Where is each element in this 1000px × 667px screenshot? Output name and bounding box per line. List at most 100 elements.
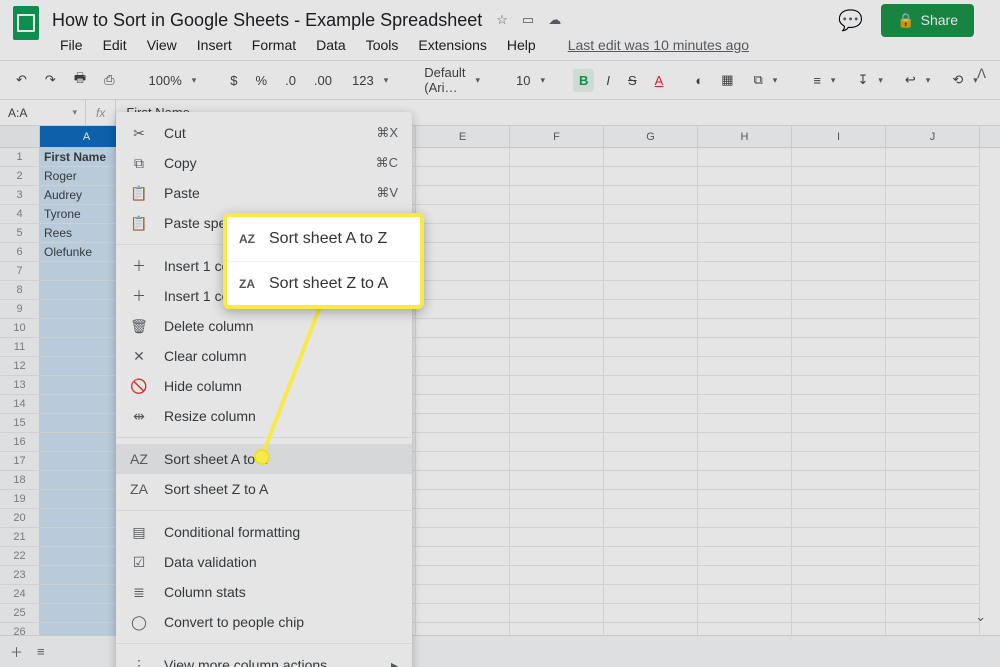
cell[interactable] — [698, 471, 792, 490]
cell[interactable] — [510, 547, 604, 566]
cell[interactable] — [886, 414, 980, 433]
cell[interactable] — [886, 205, 980, 224]
cell[interactable] — [604, 490, 698, 509]
cell[interactable] — [792, 471, 886, 490]
paint-format-icon[interactable]: ⎙ — [98, 68, 120, 92]
cell[interactable] — [416, 148, 510, 167]
cell[interactable] — [510, 167, 604, 186]
cell[interactable] — [510, 243, 604, 262]
cell[interactable] — [416, 243, 510, 262]
row-header[interactable]: 13 — [0, 376, 40, 395]
cell[interactable] — [604, 357, 698, 376]
row-header[interactable]: 20 — [0, 509, 40, 528]
font-select[interactable]: Default (Ari… — [416, 61, 488, 99]
cell[interactable] — [510, 509, 604, 528]
cell[interactable] — [698, 205, 792, 224]
cell[interactable] — [510, 262, 604, 281]
cell[interactable] — [416, 300, 510, 319]
cell[interactable] — [416, 604, 510, 623]
cell[interactable] — [416, 281, 510, 300]
explore-button[interactable]: ⌄ — [975, 609, 986, 625]
row-header[interactable]: 9 — [0, 300, 40, 319]
cell[interactable] — [792, 319, 886, 338]
cell[interactable] — [604, 566, 698, 585]
cell[interactable] — [698, 414, 792, 433]
cell[interactable] — [886, 395, 980, 414]
italic-button[interactable]: I — [600, 69, 616, 92]
cell[interactable] — [792, 224, 886, 243]
cell[interactable] — [792, 547, 886, 566]
ctx-data-validation[interactable]: ☑Data validation — [116, 547, 412, 577]
cell[interactable] — [792, 490, 886, 509]
share-button[interactable]: 🔒 Share — [881, 4, 974, 37]
cell[interactable] — [604, 300, 698, 319]
cloud-icon[interactable]: ☁ — [548, 12, 561, 28]
ctx-clear-column[interactable]: ✕Clear column — [116, 341, 412, 371]
cell[interactable] — [886, 433, 980, 452]
cell[interactable] — [416, 471, 510, 490]
cell[interactable] — [792, 281, 886, 300]
row-header[interactable]: 25 — [0, 604, 40, 623]
last-edit-link[interactable]: Last edit was 10 minutes ago — [560, 33, 757, 57]
cell[interactable] — [416, 186, 510, 205]
ctx-conditional-formatting[interactable]: ▤Conditional formatting — [116, 517, 412, 547]
cell[interactable] — [792, 357, 886, 376]
ctx-column-stats[interactable]: ≣Column stats — [116, 577, 412, 607]
cell[interactable] — [886, 604, 980, 623]
cell[interactable] — [886, 300, 980, 319]
ctx-convert-to-people-chip[interactable]: ◯Convert to people chip — [116, 607, 412, 637]
currency-format[interactable]: $ — [224, 69, 243, 92]
star-icon[interactable]: ☆ — [496, 12, 508, 28]
zoom-select[interactable]: 100% — [141, 69, 205, 92]
cell[interactable] — [604, 433, 698, 452]
col-header-H[interactable]: H — [698, 126, 792, 147]
menu-format[interactable]: Format — [244, 33, 304, 57]
cell[interactable] — [698, 319, 792, 338]
dec-decrease[interactable]: .0 — [279, 69, 302, 92]
cell[interactable] — [510, 585, 604, 604]
cell[interactable] — [416, 338, 510, 357]
row-header[interactable]: 7 — [0, 262, 40, 281]
undo-icon[interactable]: ↶ — [10, 68, 33, 92]
ctx-resize-column[interactable]: ⇹Resize column — [116, 401, 412, 431]
cell[interactable] — [698, 585, 792, 604]
row-header[interactable]: 1 — [0, 148, 40, 167]
cell[interactable] — [416, 585, 510, 604]
row-header[interactable]: 18 — [0, 471, 40, 490]
dec-increase[interactable]: .00 — [308, 69, 338, 92]
cell[interactable] — [698, 509, 792, 528]
valign-button[interactable]: ↧ — [849, 68, 890, 92]
cell[interactable] — [792, 585, 886, 604]
menu-file[interactable]: File — [52, 33, 91, 57]
cell[interactable] — [604, 452, 698, 471]
col-header-F[interactable]: F — [510, 126, 604, 147]
row-header[interactable]: 3 — [0, 186, 40, 205]
doc-title[interactable]: How to Sort in Google Sheets - Example S… — [52, 10, 482, 31]
menu-view[interactable]: View — [139, 33, 185, 57]
cell[interactable] — [416, 167, 510, 186]
wrap-button[interactable]: ↩ — [897, 68, 938, 92]
cell[interactable] — [604, 604, 698, 623]
menu-extensions[interactable]: Extensions — [410, 33, 494, 57]
cell[interactable] — [886, 357, 980, 376]
cell[interactable] — [510, 433, 604, 452]
cell[interactable] — [698, 395, 792, 414]
cell[interactable] — [886, 167, 980, 186]
cell[interactable] — [604, 167, 698, 186]
cell[interactable] — [604, 376, 698, 395]
menu-insert[interactable]: Insert — [189, 33, 240, 57]
row-header[interactable]: 23 — [0, 566, 40, 585]
merge-button[interactable]: ⧉ — [745, 68, 785, 92]
more-formats[interactable]: 123 — [344, 69, 396, 92]
cell[interactable] — [604, 243, 698, 262]
cell[interactable] — [792, 528, 886, 547]
cell[interactable] — [604, 319, 698, 338]
cell[interactable] — [886, 243, 980, 262]
cell[interactable] — [792, 604, 886, 623]
add-sheet-button[interactable]: ＋ — [10, 642, 23, 661]
cell[interactable] — [510, 471, 604, 490]
cell[interactable] — [510, 604, 604, 623]
cell[interactable] — [886, 528, 980, 547]
row-header[interactable]: 5 — [0, 224, 40, 243]
sheets-logo[interactable] — [6, 3, 46, 43]
